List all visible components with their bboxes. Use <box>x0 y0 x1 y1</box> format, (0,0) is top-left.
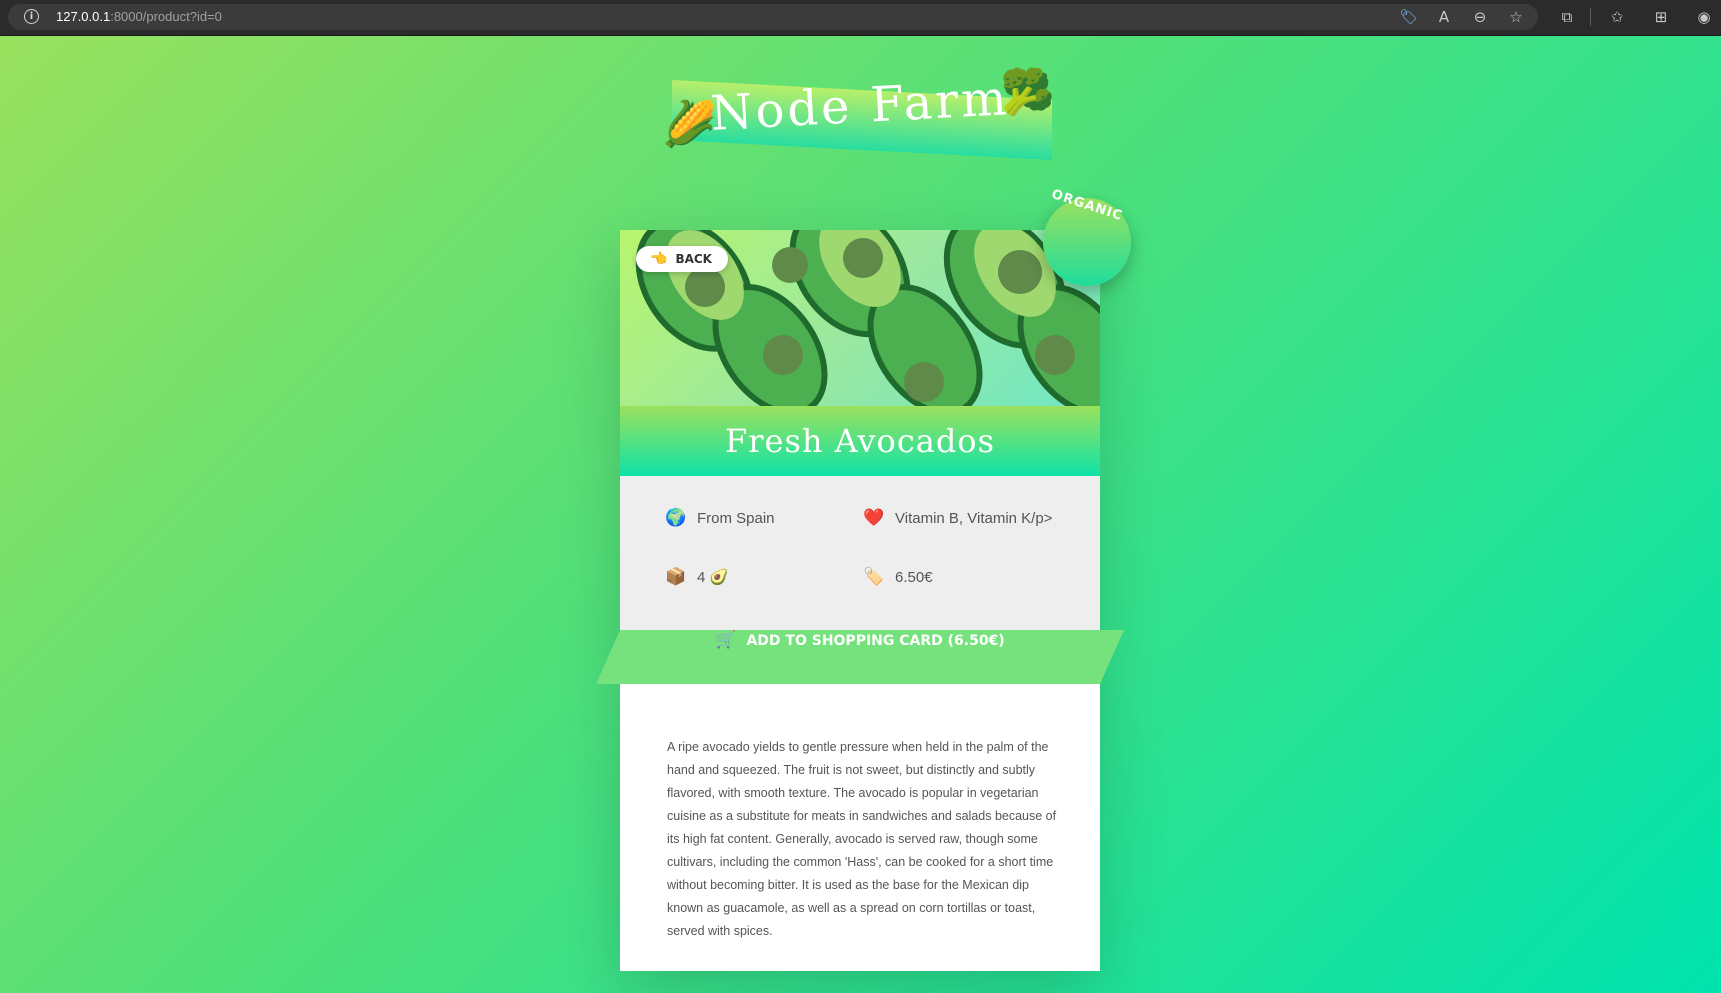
origin-text: From Spain <box>697 510 775 527</box>
add-to-cart-label: ADD TO SHOPPING CARD (6.50€) <box>746 633 1005 649</box>
price-detail: 🏷️ 6.50€ <box>863 564 933 591</box>
globe-icon: 🌍 <box>665 508 687 527</box>
add-favorite-icon[interactable]: ☆ <box>1505 6 1527 28</box>
product-details: 🌍 From Spain ❤️ Vitamin B, Vitamin K/p> 📦 4… <box>620 476 1100 640</box>
url-path: :8000/product?id=0 <box>110 9 222 24</box>
browser-toolbar: i 127.0.0.1:8000/product?id=0 🏷 A ⊖ ☆ ⧉ … <box>0 0 1721 36</box>
corn-icon: 🌽 <box>662 99 717 150</box>
zoom-out-icon[interactable]: ⊖ <box>1469 6 1491 28</box>
product-name: Fresh Avocados <box>725 422 995 460</box>
heart-icon: ❤️ <box>863 508 885 527</box>
shopping-cart-icon: 🛒 <box>715 630 737 650</box>
collections-icon[interactable]: ⊞ <box>1650 6 1672 28</box>
quantity-text: 4 🥑 <box>697 569 729 586</box>
favorites-icon[interactable]: ✩ <box>1606 6 1628 28</box>
extensions-icon[interactable]: ⧉ <box>1556 6 1578 28</box>
nutrients-text: Vitamin B, Vitamin K/p> <box>895 510 1053 527</box>
url-host: 127.0.0.1 <box>56 9 111 24</box>
package-icon: 📦 <box>665 567 687 586</box>
product-description: A ripe avocado yields to gentle pressure… <box>667 739 1057 938</box>
organic-label: ORGANIC <box>1049 186 1125 225</box>
read-aloud-icon[interactable]: A <box>1433 6 1455 28</box>
quantity-detail: 📦 4 🥑 <box>665 564 728 591</box>
toolbar-divider <box>1590 8 1591 26</box>
nutrients-detail: ❤️ Vitamin B, Vitamin K/p> <box>863 505 1063 532</box>
back-label: BACK <box>675 252 712 266</box>
url-text[interactable]: 127.0.0.1:8000/product?id=0 <box>56 9 222 24</box>
product-hero-image: 👈 BACK <box>620 230 1100 406</box>
site-logo[interactable]: Node Farm 🌽 🥦 <box>650 67 1070 178</box>
add-to-cart-button[interactable]: 🛒 ADD TO SHOPPING CARD (6.50€) <box>596 630 1124 684</box>
product-card: 👈 BACK ORGANIC Fresh Avocados 🌍 From Spain… <box>596 187 1131 971</box>
product-title-band: Fresh Avocados <box>620 406 1100 476</box>
address-bar[interactable]: i 127.0.0.1:8000/product?id=0 <box>8 4 1538 30</box>
organic-badge: ORGANIC <box>1043 187 1131 286</box>
price-tag-icon: 🏷️ <box>863 567 885 586</box>
broccoli-icon: 🥦 <box>1000 67 1055 118</box>
price-text: 6.50€ <box>895 569 933 586</box>
coupon-tag-icon[interactable]: 🏷 <box>1398 6 1420 28</box>
origin-detail: 🌍 From Spain <box>665 505 775 532</box>
profile-icon[interactable]: ◉ <box>1693 6 1715 28</box>
pointing-hand-icon: 👈 <box>650 251 668 267</box>
site-info-icon[interactable]: i <box>24 9 39 24</box>
back-button[interactable]: 👈 BACK <box>636 246 728 272</box>
